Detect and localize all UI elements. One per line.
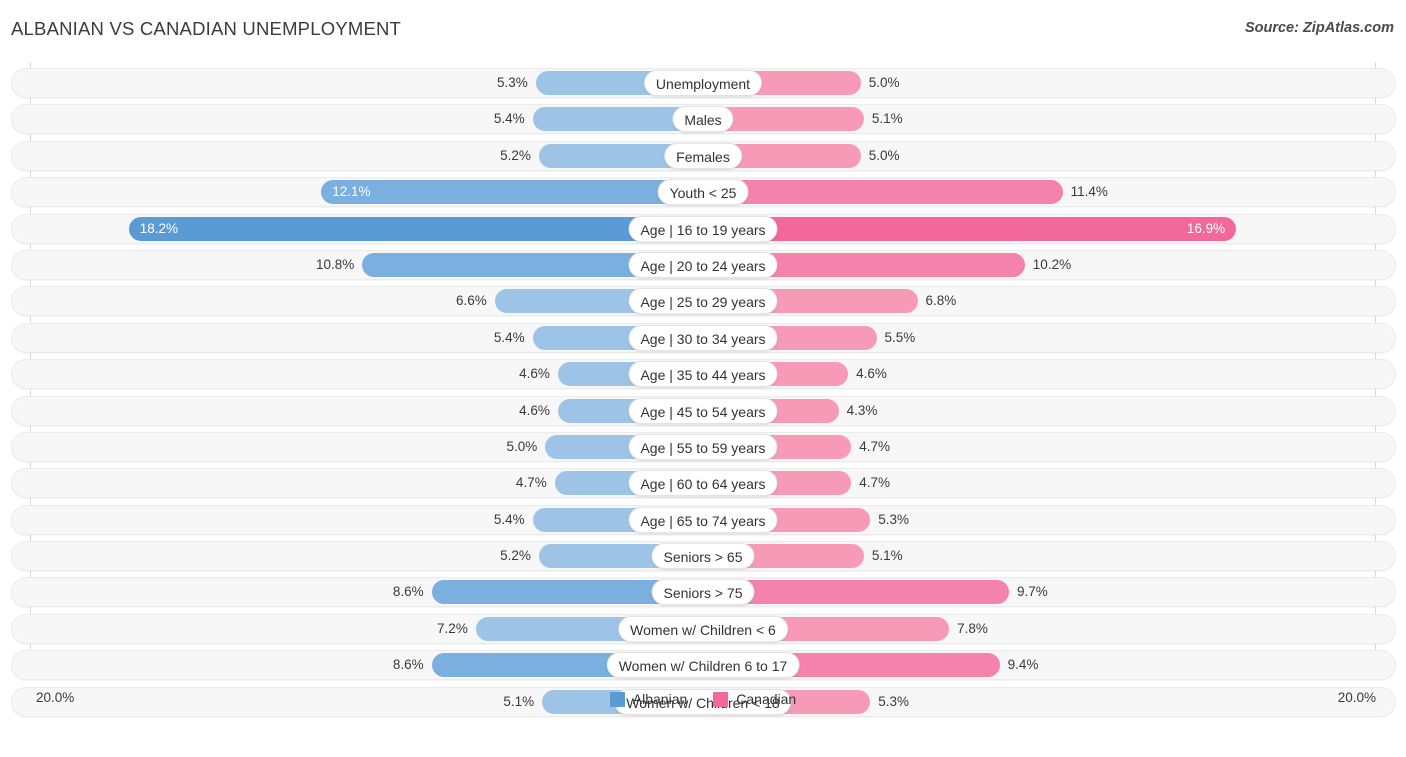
- bar-row: 7.2% 7.8% Women w/ Children < 6: [0, 611, 1406, 647]
- value-label-canadian: 4.7%: [859, 438, 891, 454]
- bar-row: 5.2% 5.0% Females: [0, 138, 1406, 174]
- value-label-albanian: 4.7%: [515, 475, 547, 491]
- value-label-albanian: 7.2%: [437, 620, 468, 636]
- row-bars: 5.2% 5.0% Females: [0, 138, 1406, 174]
- legend-swatch-icon: [713, 691, 729, 707]
- value-label-albanian: 5.2%: [500, 548, 531, 564]
- row-bars: 8.6% 9.4% Women w/ Children 6 to 17: [0, 647, 1406, 683]
- value-label-canadian: 4.3%: [846, 402, 878, 418]
- row-bars: 18.2% 16.9% Age | 16 to 19 years: [0, 211, 1406, 247]
- bar-row: 12.1% 11.4% Youth < 25: [0, 174, 1406, 210]
- category-label[interactable]: Age | 16 to 19 years: [628, 215, 778, 242]
- value-label-albanian: 12.1%: [332, 184, 371, 200]
- chart-plot-area: 5.3% 5.0% Unemployment 5.4% 5.1% Males 5.2% 5.0…: [0, 62, 1406, 717]
- row-bars: 5.3% 5.0% Unemployment: [0, 65, 1406, 101]
- category-label[interactable]: Women w/ Children < 6: [618, 615, 788, 642]
- value-label-canadian: 11.4%: [1070, 184, 1108, 200]
- row-bars: 7.2% 7.8% Women w/ Children < 6: [0, 611, 1406, 647]
- bar-row: 5.2% 5.1% Seniors > 65: [0, 538, 1406, 574]
- value-label-canadian: 6.8%: [925, 293, 957, 309]
- bar-row: 5.4% 5.5% Age | 30 to 34 years: [0, 320, 1406, 356]
- category-label[interactable]: Women w/ Children 6 to 17: [606, 652, 800, 679]
- bar-row: 5.3% 5.0% Unemployment: [0, 65, 1406, 101]
- bar-row: 4.7% 4.7% Age | 60 to 64 years: [0, 465, 1406, 501]
- bar-row: 5.4% 5.3% Age | 65 to 74 years: [0, 502, 1406, 538]
- bar-row: 8.6% 9.4% Women w/ Children 6 to 17: [0, 647, 1406, 683]
- row-bars: 4.6% 4.6% Age | 35 to 44 years: [0, 356, 1406, 392]
- category-label[interactable]: Females: [664, 142, 742, 169]
- value-label-albanian: 10.8%: [315, 256, 355, 272]
- value-label-canadian: 9.7%: [1017, 584, 1048, 600]
- chart-legend: Albanian Canadian: [0, 691, 1406, 707]
- category-label[interactable]: Age | 65 to 74 years: [628, 506, 778, 533]
- value-label-albanian: 5.4%: [493, 511, 525, 527]
- value-label-canadian: 5.3%: [878, 511, 909, 527]
- row-bars: 5.4% 5.5% Age | 30 to 34 years: [0, 320, 1406, 356]
- bar-row: 6.6% 6.8% Age | 25 to 29 years: [0, 283, 1406, 319]
- bar-row: 8.6% 9.7% Seniors > 75: [0, 574, 1406, 610]
- value-label-albanian: 5.4%: [493, 111, 525, 127]
- bar-row: 5.0% 4.7% Age | 55 to 59 years: [0, 429, 1406, 465]
- category-label[interactable]: Age | 20 to 24 years: [628, 251, 778, 278]
- value-label-albanian: 5.2%: [500, 147, 531, 163]
- value-label-canadian: 7.8%: [957, 620, 988, 636]
- value-label-canadian: 5.0%: [868, 147, 900, 163]
- category-label[interactable]: Males: [672, 106, 734, 133]
- value-label-canadian: 10.2%: [1032, 256, 1072, 272]
- legend-swatch-icon: [609, 691, 625, 707]
- category-label[interactable]: Age | 60 to 64 years: [628, 470, 778, 497]
- value-label-canadian: 5.1%: [871, 111, 903, 127]
- bar-row: 4.6% 4.6% Age | 35 to 44 years: [0, 356, 1406, 392]
- bar-row: 10.8% 10.2% Age | 20 to 24 years: [0, 247, 1406, 283]
- value-label-canadian: 4.6%: [856, 366, 887, 382]
- row-bars: 4.7% 4.7% Age | 60 to 64 years: [0, 465, 1406, 501]
- value-label-albanian: 4.6%: [519, 366, 550, 382]
- chart-page: ALBANIAN VS CANADIAN UNEMPLOYMENT Source…: [0, 0, 1406, 757]
- legend-item[interactable]: Albanian: [609, 691, 688, 707]
- category-label[interactable]: Seniors > 75: [651, 579, 755, 606]
- bar-rows: 5.3% 5.0% Unemployment 5.4% 5.1% Males 5.2% 5.0…: [0, 65, 1406, 720]
- row-bars: 5.0% 4.7% Age | 55 to 59 years: [0, 429, 1406, 465]
- value-label-albanian: 5.4%: [493, 329, 525, 345]
- value-label-albanian: 5.0%: [506, 438, 538, 454]
- value-label-canadian: 5.1%: [871, 548, 903, 564]
- bar-row: 5.4% 5.1% Males: [0, 101, 1406, 137]
- category-label[interactable]: Age | 35 to 44 years: [628, 361, 778, 388]
- category-label[interactable]: Age | 25 to 29 years: [628, 288, 778, 315]
- row-bars: 12.1% 11.4% Youth < 25: [0, 174, 1406, 210]
- category-label[interactable]: Unemployment: [643, 70, 763, 96]
- value-label-canadian: 5.5%: [884, 329, 916, 345]
- legend-label: Canadian: [736, 691, 797, 707]
- value-label-albanian: 8.6%: [392, 657, 424, 673]
- bar-row: 4.6% 4.3% Age | 45 to 54 years: [0, 393, 1406, 429]
- value-label-albanian: 5.3%: [497, 75, 528, 90]
- category-label[interactable]: Youth < 25: [657, 179, 749, 206]
- row-bars: 6.6% 6.8% Age | 25 to 29 years: [0, 283, 1406, 319]
- bar-albanian[interactable]: [321, 180, 703, 205]
- page-title: ALBANIAN VS CANADIAN UNEMPLOYMENT: [11, 18, 402, 39]
- row-bars: 5.2% 5.1% Seniors > 65: [0, 538, 1406, 574]
- value-label-canadian: 4.7%: [859, 475, 891, 491]
- source-attribution: Source: ZipAtlas.com: [1244, 20, 1394, 36]
- chart-header: ALBANIAN VS CANADIAN UNEMPLOYMENT Source…: [0, 18, 1406, 50]
- value-label-canadian: 9.4%: [1007, 657, 1039, 673]
- value-label-albanian: 4.6%: [519, 402, 550, 418]
- row-bars: 4.6% 4.3% Age | 45 to 54 years: [0, 393, 1406, 429]
- category-label[interactable]: Age | 45 to 54 years: [628, 397, 778, 424]
- row-bars: 5.4% 5.3% Age | 65 to 74 years: [0, 502, 1406, 538]
- row-bars: 10.8% 10.2% Age | 20 to 24 years: [0, 247, 1406, 283]
- value-label-canadian: 5.0%: [868, 75, 900, 90]
- value-label-canadian: 16.9%: [1186, 220, 1226, 236]
- legend-label: Albanian: [632, 691, 688, 707]
- row-bars: 8.6% 9.7% Seniors > 75: [0, 574, 1406, 610]
- row-bars: 5.4% 5.1% Males: [0, 101, 1406, 137]
- bar-canadian[interactable]: [703, 180, 1063, 205]
- category-label[interactable]: Age | 55 to 59 years: [628, 433, 778, 460]
- legend-item[interactable]: Canadian: [713, 691, 796, 707]
- category-label[interactable]: Age | 30 to 34 years: [628, 324, 778, 351]
- category-label[interactable]: Seniors > 65: [651, 543, 755, 570]
- value-label-albanian: 8.6%: [392, 584, 424, 600]
- value-label-albanian: 6.6%: [455, 293, 487, 309]
- bar-row: 18.2% 16.9% Age | 16 to 19 years: [0, 211, 1406, 247]
